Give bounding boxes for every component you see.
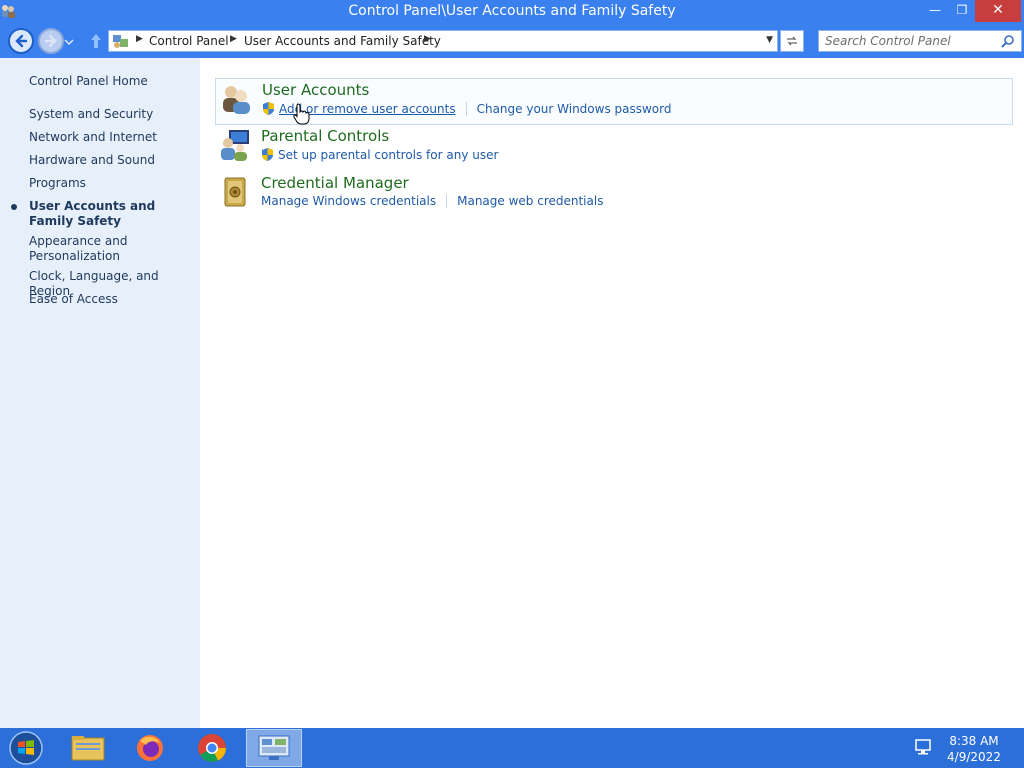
- search-icon[interactable]: [1001, 34, 1015, 48]
- sidebar-home-link[interactable]: Control Panel Home: [29, 74, 148, 88]
- parental-controls-icon[interactable]: [219, 129, 251, 161]
- sidebar-item-programs[interactable]: Programs: [29, 176, 194, 191]
- uac-shield-icon: [262, 148, 273, 161]
- network-icon[interactable]: [914, 738, 932, 756]
- recent-pages-icon[interactable]: [64, 37, 74, 47]
- breadcrumb-user-accounts[interactable]: User Accounts and Family Safety: [244, 34, 441, 48]
- minimize-button[interactable]: —: [920, 0, 950, 22]
- sidebar-item-ease-of-access[interactable]: Ease of Access: [29, 292, 194, 307]
- sidebar: Control Panel Home System and Security N…: [0, 58, 200, 728]
- uac-shield-icon: [263, 102, 274, 115]
- arrow-right-icon: [44, 34, 57, 48]
- start-button-icon[interactable]: [6, 730, 46, 766]
- link-separator: [465, 102, 467, 116]
- taskbar-file-explorer-button[interactable]: [60, 729, 116, 767]
- sidebar-item-appearance[interactable]: Appearance and Personalization: [29, 234, 194, 264]
- category-title-parental-controls[interactable]: Parental Controls: [261, 127, 389, 145]
- navigation-bar: ▶ Control Panel ▶ User Accounts and Fami…: [0, 24, 1024, 58]
- control-panel-icon: [258, 735, 290, 760]
- taskbar-firefox-button[interactable]: [122, 729, 178, 767]
- system-clock[interactable]: 8:38 AM 4/9/2022: [944, 733, 1004, 765]
- clock-time: 8:38 AM: [949, 734, 999, 748]
- category-title-user-accounts[interactable]: User Accounts: [262, 81, 369, 99]
- main-content: User Accounts Add or remove user account…: [200, 58, 1024, 728]
- refresh-button[interactable]: [780, 30, 804, 52]
- breadcrumb-control-panel[interactable]: Control Panel: [149, 34, 229, 48]
- hand-cursor-icon: [293, 103, 310, 125]
- search-box[interactable]: [818, 30, 1022, 52]
- arrow-left-icon: [15, 34, 28, 48]
- title-bar[interactable]: Control Panel\User Accounts and Family S…: [0, 0, 1024, 24]
- control-panel-icon: [113, 35, 128, 48]
- back-button[interactable]: [8, 28, 34, 54]
- folder-icon: [71, 736, 105, 761]
- close-button[interactable]: ✕: [975, 0, 1021, 22]
- breadcrumb-separator-icon[interactable]: ▶: [136, 34, 143, 44]
- maximize-button[interactable]: ❐: [950, 0, 974, 22]
- forward-button[interactable]: [38, 28, 64, 54]
- address-bar[interactable]: ▶ Control Panel ▶ User Accounts and Fami…: [108, 30, 778, 52]
- window-title: Control Panel\User Accounts and Family S…: [348, 3, 676, 19]
- change-windows-password-link[interactable]: Change your Windows password: [477, 102, 672, 116]
- sidebar-item-system-security[interactable]: System and Security: [29, 107, 194, 122]
- chrome-icon: [198, 734, 226, 762]
- search-input[interactable]: [825, 33, 995, 49]
- taskbar: 8:38 AM 4/9/2022: [0, 728, 1024, 768]
- taskbar-control-panel-button[interactable]: [246, 729, 302, 767]
- control-panel-window: Control Panel\User Accounts and Family S…: [0, 0, 1024, 728]
- breadcrumb-separator-icon[interactable]: ▶: [424, 34, 431, 44]
- active-bullet-icon: [11, 204, 17, 210]
- sidebar-item-user-accounts[interactable]: User Accounts and Family Safety: [29, 199, 194, 229]
- manage-web-credentials-link[interactable]: Manage web credentials: [457, 194, 603, 208]
- category-title-credential-manager[interactable]: Credential Manager: [261, 174, 409, 192]
- address-dropdown-icon[interactable]: ▼: [766, 35, 773, 45]
- category-credential-manager: Credential Manager Manage Windows creden…: [215, 172, 1013, 219]
- setup-parental-controls-link[interactable]: Set up parental controls for any user: [278, 148, 498, 162]
- users-icon[interactable]: [220, 83, 252, 115]
- refresh-icon: [787, 36, 797, 46]
- breadcrumb-separator-icon[interactable]: ▶: [230, 34, 237, 44]
- manage-windows-credentials-link[interactable]: Manage Windows credentials: [261, 194, 436, 208]
- sidebar-item-network-internet[interactable]: Network and Internet: [29, 130, 194, 145]
- clock-date: 4/9/2022: [947, 750, 1001, 764]
- taskbar-chrome-button[interactable]: [184, 729, 240, 767]
- sidebar-item-hardware-sound[interactable]: Hardware and Sound: [29, 153, 194, 168]
- firefox-icon: [137, 735, 163, 761]
- category-user-accounts: User Accounts Add or remove user account…: [215, 78, 1013, 125]
- link-separator: [446, 194, 448, 208]
- category-parental-controls: Parental Controls Set up parental contro…: [215, 125, 1013, 172]
- vault-icon[interactable]: [219, 176, 251, 208]
- up-arrow-icon[interactable]: [88, 32, 104, 50]
